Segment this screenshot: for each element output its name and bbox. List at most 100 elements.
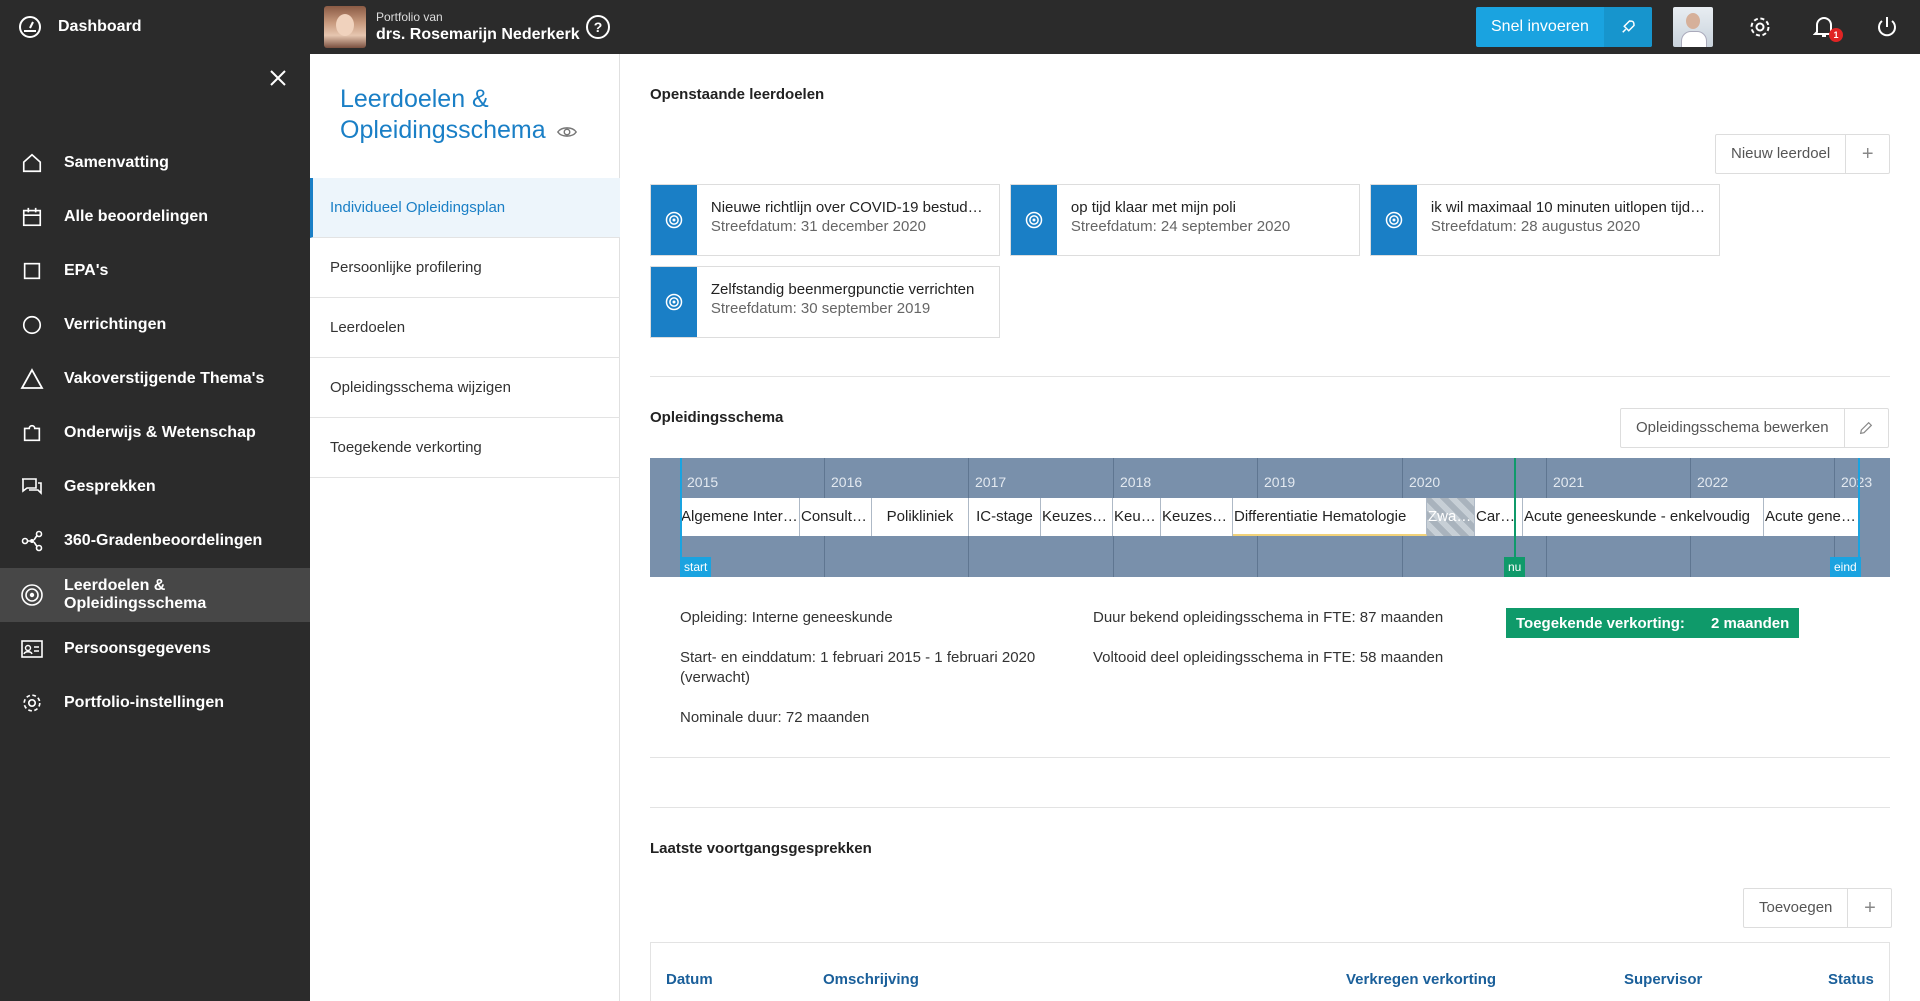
timeline-year-label: 2023 <box>1841 474 1873 490</box>
subnav-item-verkorting[interactable]: Toegekende verkorting <box>310 418 620 478</box>
square-icon <box>20 259 44 283</box>
column-header-verkorting[interactable]: Verkregen verkorting <box>1346 971 1496 988</box>
new-goal-button[interactable]: Nieuw leerdoel + <box>1715 134 1891 174</box>
sidebar-item-beoordelingen[interactable]: Alle beoordelingen <box>0 190 310 244</box>
reduction-label: Toegekende verkorting: <box>1516 614 1685 632</box>
id-card-icon <box>20 637 44 661</box>
dashboard-link[interactable]: Dashboard <box>18 0 142 54</box>
sidebar-item-samenvatting[interactable]: Samenvatting <box>0 136 310 190</box>
edit-schema-label: Opleidingsschema bewerken <box>1636 419 1829 436</box>
sidebar-menu: Samenvatting Alle beoordelingen EPA's Ve… <box>0 136 310 730</box>
timeline-year-label: 2016 <box>831 474 863 490</box>
sidebar-item-label: 360-Gradenbeoordelingen <box>64 532 263 549</box>
timeline-segment[interactable]: Keuzestage <box>1113 498 1161 536</box>
timeline-year-label: 2015 <box>687 474 719 490</box>
timeline-segment[interactable]: Zwangerschapsverlof <box>1427 498 1475 536</box>
subnav-item-leerdoelen[interactable]: Leerdoelen <box>310 298 620 358</box>
goal-card[interactable]: ik wil maximaal 10 minuten uitlopen tijd… <box>1370 184 1720 256</box>
owner-avatar <box>324 6 366 48</box>
info-completed-fte: Voltooid deel opleidingsschema in FTE: 5… <box>1093 649 1444 666</box>
sidebar-item-onderwijs[interactable]: Onderwijs & Wetenschap <box>0 406 310 460</box>
divider <box>650 376 1890 377</box>
timeline-track: Algemene Interne Geneeskunde Consultatie… <box>680 498 1860 536</box>
goal-card[interactable]: op tijd klaar met mijn poli Streefdatum:… <box>1010 184 1360 256</box>
circle-icon <box>20 313 44 337</box>
goal-title: ik wil maximaal 10 minuten uitlopen tijd… <box>1430 199 1706 216</box>
info-opleiding: Opleiding: Interne geneeskunde <box>680 609 893 626</box>
network-icon <box>20 529 44 553</box>
sidebar-item-label: Onderwijs & Wetenschap <box>64 424 256 441</box>
plus-icon: + <box>1847 889 1891 927</box>
sidebar-item-themas[interactable]: Vakoverstijgende Thema's <box>0 352 310 406</box>
quick-entry-button[interactable]: Snel invoeren <box>1476 7 1652 47</box>
divider <box>650 807 1890 808</box>
timeline-segment[interactable]: Acute geneeskunde <box>1764 498 1860 536</box>
column-header-datum[interactable]: Datum <box>666 971 713 988</box>
subnav-item-profilering[interactable]: Persoonlijke profilering <box>310 238 620 298</box>
power-icon[interactable] <box>1874 14 1900 40</box>
timeline-segment[interactable]: Differentiatie Hematologie <box>1233 498 1427 536</box>
sidebar-item-label: Portfolio-instellingen <box>64 694 224 711</box>
sidebar-item-gesprekken[interactable]: Gesprekken <box>0 460 310 514</box>
open-goals-heading: Openstaande leerdoelen <box>650 86 825 103</box>
timeline-segment[interactable]: Polikliniek <box>872 498 969 536</box>
timeline-segment[interactable]: Consultatief <box>800 498 872 536</box>
goal-card[interactable]: Zelfstandig beenmergpunctie verrichten S… <box>650 266 1000 338</box>
end-marker: eind <box>1830 557 1861 577</box>
target-icon <box>651 185 697 255</box>
dashboard-icon <box>19 16 41 38</box>
timeline-segment[interactable]: Algemene Interne Geneeskunde <box>680 498 800 536</box>
info-duration-fte: Duur bekend opleidingsschema in FTE: 87 … <box>1093 609 1444 626</box>
add-progress-button[interactable]: Toevoegen + <box>1743 888 1893 928</box>
info-nominal: Nominale duur: 72 maanden <box>680 709 870 726</box>
settings-icon[interactable] <box>1747 14 1773 40</box>
close-icon[interactable] <box>268 68 288 88</box>
timeline-segment[interactable]: IC-stage <box>969 498 1041 536</box>
timeline-year-label: 2017 <box>975 474 1007 490</box>
help-icon[interactable]: ? <box>586 15 610 39</box>
timeline-year-label: 2022 <box>1697 474 1729 490</box>
info-start-end: Start- en einddatum: 1 februari 2015 - 1… <box>680 649 1036 686</box>
now-marker: nu <box>1504 557 1526 577</box>
sidebar-item-instellingen[interactable]: Portfolio-instellingen <box>0 676 310 730</box>
timeline-segment[interactable]: Keuzestage <box>1041 498 1113 536</box>
goal-card[interactable]: Nieuwe richtlijn over COVID-19 bestudere… <box>650 184 1000 256</box>
portfolio-owner-name: drs. Rosemarijn Nederkerk <box>376 26 580 43</box>
eye-icon[interactable] <box>556 120 578 142</box>
portfolio-owner: Portfolio van drs. Rosemarijn Nederkerk <box>324 6 580 48</box>
reduction-value: 2 maanden <box>1710 614 1790 632</box>
goal-title: Zelfstandig beenmergpunctie verrichten <box>710 281 975 298</box>
edit-schema-button[interactable]: Opleidingsschema bewerken <box>1620 408 1889 448</box>
column-header-supervisor[interactable]: Supervisor <box>1624 971 1702 988</box>
subnav-item-schema-wijzigen[interactable]: Opleidingsschema wijzigen <box>310 358 620 418</box>
sidebar-item-leerdoelen[interactable]: Leerdoelen & Opleidingsschema <box>0 568 310 622</box>
start-marker: start <box>680 557 712 577</box>
progress-table-header: Datum Omschrijving Verkregen verkorting … <box>650 942 1890 1001</box>
home-icon <box>20 151 44 175</box>
subnav-item-opleidingsplan[interactable]: Individueel Opleidingsplan <box>310 178 620 238</box>
user-avatar[interactable] <box>1673 7 1713 47</box>
calendar-icon <box>20 205 44 229</box>
bell-icon[interactable]: 1 <box>1811 14 1843 42</box>
timeline-segment[interactable]: Acute geneeskunde - enkelvoudig <box>1523 498 1764 536</box>
triangle-icon <box>20 367 44 391</box>
target-icon <box>1011 185 1057 255</box>
section-title: Leerdoelen & Opleidingsschema <box>340 84 580 146</box>
sidebar-item-label: EPA's <box>64 262 109 279</box>
sidebar-item-verrichtingen[interactable]: Verrichtingen <box>0 298 310 352</box>
column-header-status[interactable]: Status <box>1828 971 1874 988</box>
quick-entry-label: Snel invoeren <box>1491 18 1589 35</box>
main-content: Openstaande leerdoelen Nieuw leerdoel + … <box>620 54 1920 1001</box>
sidebar-item-persoonsgegevens[interactable]: Persoonsgegevens <box>0 622 310 676</box>
sidebar-item-epas[interactable]: EPA's <box>0 244 310 298</box>
sidebar-item-360[interactable]: 360-Gradenbeoordelingen <box>0 514 310 568</box>
gear-icon <box>20 691 44 715</box>
timeline-segment[interactable]: Keuzestage <box>1161 498 1233 536</box>
schema-heading: Opleidingsschema <box>650 409 784 426</box>
add-label: Toevoegen <box>1759 899 1833 916</box>
goal-date: Streefdatum: 30 september 2019 <box>710 300 931 317</box>
progress-heading: Laatste voortgangsgesprekken <box>650 840 872 857</box>
training-timeline: 2015 2016 2017 2018 2019 2020 2021 2022 … <box>650 458 1890 577</box>
puzzle-icon <box>20 421 44 445</box>
column-header-omschrijving[interactable]: Omschrijving <box>823 971 919 988</box>
